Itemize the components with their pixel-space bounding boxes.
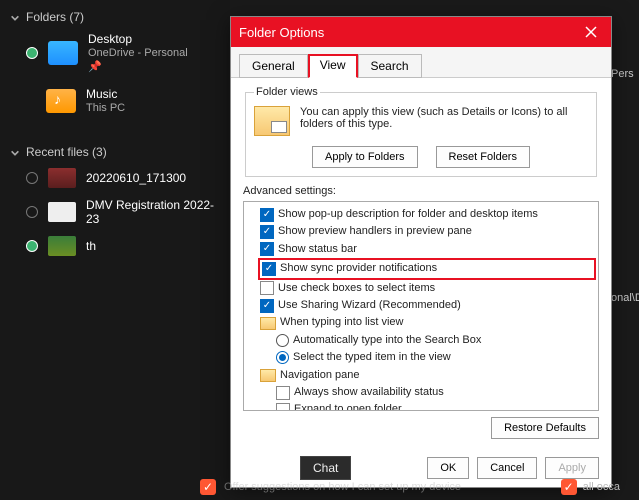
recent-section-header[interactable]: Recent files (3) [8, 141, 222, 163]
checkbox-icon[interactable] [276, 386, 290, 400]
restore-defaults-button[interactable]: Restore Defaults [491, 417, 599, 439]
checkbox-icon[interactable] [260, 225, 274, 239]
recent-item[interactable]: th [8, 231, 222, 261]
folder-subtitle: This PC [86, 102, 125, 116]
advanced-setting-item[interactable]: Show status bar [246, 241, 596, 258]
setting-label: Always show availability status [294, 385, 444, 400]
folders-section-header[interactable]: Folders (7) [8, 6, 222, 28]
checkbox-icon[interactable] [260, 242, 274, 256]
folders-header-label: Folders (7) [26, 10, 84, 24]
recent-name: DMV Registration 2022-23 [86, 198, 220, 226]
setting-label: Use check boxes to select items [278, 281, 435, 296]
folder-item-music[interactable]: Music This PC [8, 83, 222, 124]
checkbox-icon[interactable] [276, 403, 290, 411]
status-icon [26, 172, 38, 184]
tab-search[interactable]: Search [358, 54, 422, 78]
checkbox-icon[interactable] [260, 208, 274, 222]
dialog-tabs: General View Search [231, 47, 611, 78]
sync-status-icon [26, 240, 38, 252]
advanced-setting-item[interactable]: Use check boxes to select items [246, 280, 596, 297]
advanced-setting-item[interactable]: Show sync provider notifications [258, 258, 596, 279]
checkbox-icon[interactable] [262, 262, 276, 276]
advanced-setting-item[interactable]: Select the typed item in the view [246, 349, 596, 366]
occasion-checkbox[interactable]: ✓ [561, 479, 577, 495]
folder-item-desktop[interactable]: Desktop OneDrive - Personal 📌 [8, 28, 222, 83]
recent-item[interactable]: DMV Registration 2022-23 [8, 193, 222, 231]
chevron-down-icon [10, 147, 20, 157]
recent-name: 20220610_171300 [86, 171, 186, 185]
occasion-label: all occa [583, 481, 620, 493]
recent-header-label: Recent files (3) [26, 145, 107, 159]
suggestion-text: Offer suggestions on how I can set up my… [224, 481, 461, 493]
setting-label: Automatically type into the Search Box [293, 333, 481, 348]
setting-label: Navigation pane [280, 368, 360, 383]
dialog-titlebar[interactable]: Folder Options [231, 17, 611, 47]
recent-name: th [86, 239, 96, 253]
folder-title: Desktop [88, 32, 188, 47]
advanced-setting-item[interactable]: Show pop-up description for folder and d… [246, 206, 596, 223]
close-button[interactable] [579, 20, 603, 44]
advanced-setting-item[interactable]: Use Sharing Wizard (Recommended) [246, 297, 596, 314]
tab-view[interactable]: View [308, 54, 358, 78]
advanced-setting-item[interactable]: Always show availability status [246, 384, 596, 401]
recent-item[interactable]: 20220610_171300 [8, 163, 222, 193]
reset-folders-button[interactable]: Reset Folders [436, 146, 530, 168]
image-thumb-icon [48, 236, 76, 256]
explorer-side-panel: Folders (7) Desktop OneDrive - Personal … [0, 0, 230, 500]
folder-options-dialog: Folder Options General View Search Folde… [230, 16, 612, 488]
apply-to-folders-button[interactable]: Apply to Folders [312, 146, 417, 168]
setting-label: Show sync provider notifications [280, 261, 437, 276]
advanced-setting-item[interactable]: When typing into list view [246, 314, 596, 331]
folder-views-blurb: You can apply this view (such as Details… [300, 106, 588, 130]
pin-icon: 📌 [88, 61, 188, 75]
tab-general[interactable]: General [239, 54, 308, 78]
setting-label: Show status bar [278, 242, 357, 257]
obscured-right-column: Pers onal\De [611, 52, 639, 320]
advanced-setting-item[interactable]: Navigation pane [246, 367, 596, 384]
advanced-setting-item[interactable]: Show preview handlers in preview pane [246, 223, 596, 240]
setting-label: Show pop-up description for folder and d… [278, 207, 538, 222]
group-folder-icon [260, 317, 276, 330]
setting-label: Expand to open folder [294, 402, 402, 411]
folder-subtitle: OneDrive - Personal [88, 47, 188, 61]
chevron-down-icon [10, 12, 20, 22]
status-icon [26, 206, 38, 218]
advanced-settings-label: Advanced settings: [243, 185, 599, 197]
advanced-setting-item[interactable]: Automatically type into the Search Box [246, 332, 596, 349]
advanced-settings-list[interactable]: Show pop-up description for folder and d… [243, 201, 599, 411]
folder-title: Music [86, 87, 125, 102]
sync-status-icon [26, 47, 38, 59]
group-folder-icon [260, 369, 276, 382]
folder-views-group: Folder views You can apply this view (su… [245, 86, 597, 177]
dialog-title: Folder Options [239, 25, 324, 40]
setting-label: Select the typed item in the view [293, 350, 451, 365]
folder-views-icon [254, 106, 290, 136]
settings-suggestion-row: ✓ Offer suggestions on how I can set up … [200, 474, 620, 500]
radio-icon[interactable] [276, 351, 289, 364]
close-icon [585, 26, 597, 38]
setting-label: Use Sharing Wizard (Recommended) [278, 298, 461, 313]
setting-label: Show preview handlers in preview pane [278, 224, 472, 239]
music-folder-icon [46, 89, 76, 113]
video-thumb-icon [48, 168, 76, 188]
folder-views-legend: Folder views [254, 86, 320, 98]
setting-label: When typing into list view [280, 315, 404, 330]
doc-thumb-icon [48, 202, 76, 222]
radio-icon[interactable] [276, 334, 289, 347]
folder-icon [48, 41, 78, 65]
advanced-setting-item[interactable]: Expand to open folder [246, 401, 596, 411]
checkbox-icon[interactable] [260, 281, 274, 295]
checkbox-icon[interactable] [260, 299, 274, 313]
suggestion-checkbox[interactable]: ✓ [200, 479, 216, 495]
